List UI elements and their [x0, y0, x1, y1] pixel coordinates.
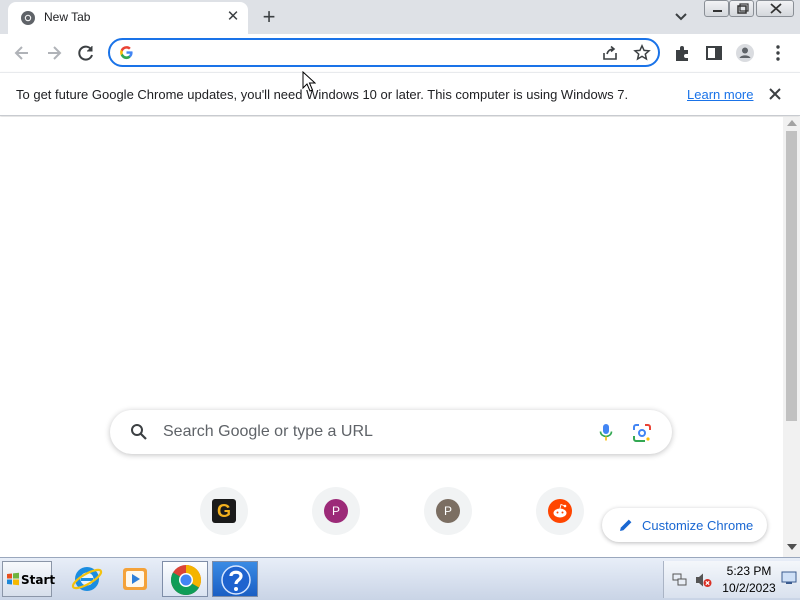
tab-strip: New Tab ✕ + [0, 0, 800, 34]
chrome-icon [21, 11, 35, 25]
page-scrollbar[interactable] [783, 117, 800, 557]
microphone-icon[interactable] [596, 422, 616, 442]
action-center-icon[interactable] [781, 571, 797, 585]
chevron-down-icon[interactable] [671, 8, 691, 26]
customize-chrome-button[interactable]: Customize Chrome [602, 508, 767, 542]
taskbar-chrome-button[interactable] [162, 561, 208, 597]
share-icon[interactable] [601, 44, 619, 62]
minimize-icon [713, 10, 722, 12]
shortcut-p-icon: P [436, 499, 460, 523]
search-placeholder: Search Google or type a URL [163, 423, 373, 440]
search-icon [131, 424, 147, 440]
reload-icon[interactable] [75, 42, 97, 64]
customize-chrome-label: Customize Chrome [642, 518, 754, 533]
shortcut-tile[interactable]: G [200, 487, 248, 535]
windows-taskbar: Start 5:23 PM 10/2/2023 [0, 557, 800, 600]
clock-date[interactable]: 10/2/2023 [721, 581, 777, 595]
restore-button[interactable] [729, 0, 754, 17]
window-close-button[interactable] [756, 0, 794, 17]
restore-icon [737, 3, 749, 14]
new-tab-page: Search Google or type a URL G P P Custom… [0, 117, 783, 557]
forward-icon[interactable] [43, 42, 65, 64]
update-infobar: To get future Google Chrome updates, you… [0, 72, 800, 116]
start-label: Start [21, 573, 56, 587]
taskbar-help-button[interactable] [212, 561, 258, 597]
shortcut-g-icon: G [212, 499, 236, 523]
reddit-icon [548, 499, 572, 523]
google-lens-icon[interactable] [632, 423, 652, 443]
new-tab-button[interactable]: + [258, 6, 280, 28]
infobar-message: To get future Google Chrome updates, you… [16, 87, 629, 102]
help-icon [221, 565, 251, 595]
clock-time[interactable]: 5:23 PM [721, 564, 777, 578]
profile-avatar-icon[interactable] [734, 42, 756, 64]
close-icon [770, 3, 782, 14]
side-panel-icon[interactable] [703, 42, 725, 64]
scroll-thumb[interactable] [786, 131, 797, 421]
scroll-down-arrow-icon[interactable] [787, 544, 797, 550]
shortcut-p-icon: P [324, 499, 348, 523]
minimize-button[interactable] [704, 0, 729, 17]
close-icon[interactable] [767, 86, 783, 102]
system-tray: 5:23 PM 10/2/2023 [663, 561, 800, 598]
address-bar[interactable] [108, 38, 660, 67]
internet-explorer-icon[interactable] [64, 561, 110, 597]
mouse-cursor-icon [302, 71, 316, 92]
start-button[interactable]: Start [2, 561, 56, 597]
shortcut-tile[interactable]: P [312, 487, 360, 535]
tab-new-tab[interactable]: New Tab ✕ [8, 2, 248, 34]
volume-muted-icon[interactable] [694, 572, 712, 588]
back-icon[interactable] [11, 42, 33, 64]
toolbar [0, 34, 800, 72]
bookmark-star-icon[interactable] [633, 44, 651, 62]
network-icon[interactable] [672, 573, 688, 587]
menu-icon[interactable] [767, 42, 789, 64]
pencil-icon [620, 519, 632, 531]
google-g-icon [120, 46, 133, 60]
shortcut-tile[interactable] [536, 487, 584, 535]
screen: New Tab ✕ + To get future Google Chrome … [0, 0, 800, 600]
learn-more-link[interactable]: Learn more [687, 87, 753, 102]
tab-close-icon[interactable]: ✕ [225, 9, 241, 25]
scroll-up-arrow-icon[interactable] [787, 120, 797, 126]
shortcut-tile[interactable]: P [424, 487, 472, 535]
windows-flag-icon [7, 572, 19, 586]
extensions-icon[interactable] [671, 42, 693, 64]
ntp-search-box[interactable]: Search Google or type a URL [110, 410, 672, 454]
tab-title: New Tab [44, 10, 91, 24]
chrome-icon [170, 565, 201, 596]
media-player-icon[interactable] [112, 561, 158, 597]
